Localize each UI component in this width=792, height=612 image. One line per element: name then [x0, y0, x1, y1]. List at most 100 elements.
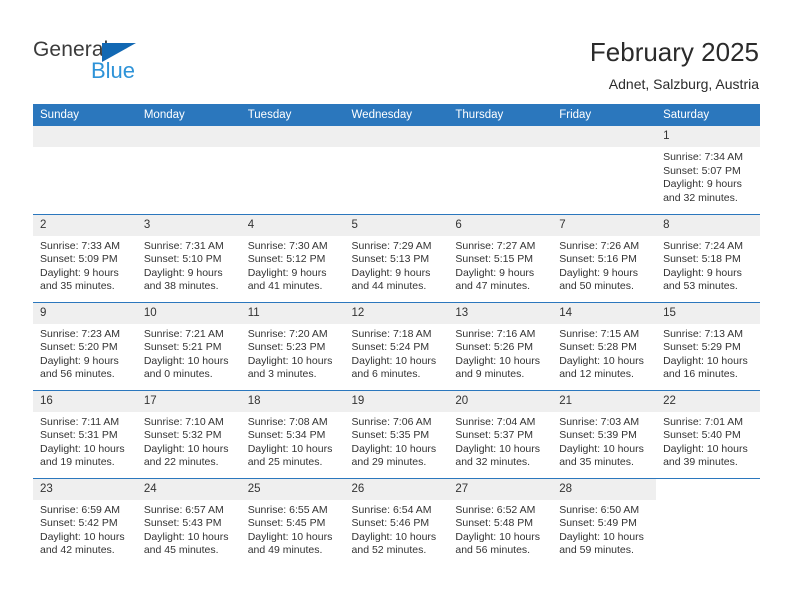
daylight-text: and 32 minutes.: [663, 191, 738, 204]
daylight-text: and 25 minutes.: [247, 456, 323, 469]
sunrise-text: Sunrise: 7:33 AM: [40, 239, 120, 252]
title-block: February 2025 Adnet, Salzburg, Austria: [590, 36, 759, 94]
sunrise-text: Sunrise: 7:04 AM: [455, 415, 536, 428]
day-cell[interactable]: 24 Sunrise: 6:57 AM Sunset: 5:43 PM Dayligh…: [136, 477, 241, 566]
day-details: Sunrise: 7:18 AM Sunset: 5:24 PM Daylight:…: [345, 324, 449, 382]
daylight-text: and 35 minutes.: [40, 280, 115, 293]
day-number: 23: [33, 478, 137, 500]
day-cell[interactable]: 20 Sunrise: 7:04 AM Sunset: 5:37 PM Dayligh…: [448, 389, 553, 478]
day-cell[interactable]: 10 Sunrise: 7:21 AM Sunset: 5:21 PM Dayligh…: [136, 301, 241, 390]
sunrise-text: Sunrise: 7:29 AM: [351, 239, 432, 252]
day-cell[interactable]: 21 Sunrise: 7:03 AM Sunset: 5:39 PM Dayligh…: [552, 389, 657, 478]
sunrise-text: Sunrise: 7:24 AM: [663, 239, 744, 252]
daylight-text: Daylight: 10 hours: [559, 354, 644, 367]
day-details: Sunrise: 7:20 AM Sunset: 5:23 PM Daylight:…: [241, 324, 345, 382]
sunrise-text: Sunrise: 7:27 AM: [455, 239, 536, 252]
sunset-text: Sunset: 5:07 PM: [663, 164, 741, 177]
day-cell[interactable]: 14 Sunrise: 7:15 AM Sunset: 5:28 PM Dayligh…: [552, 301, 657, 390]
sunset-text: Sunset: 5:46 PM: [351, 517, 430, 530]
day-details: Sunrise: 7:11 AM Sunset: 5:31 PM Daylight:…: [33, 412, 137, 470]
day-cell[interactable]: 2 Sunrise: 7:33 AM Sunset: 5:09 PM Daylight…: [33, 213, 137, 302]
daylight-text: Daylight: 10 hours: [663, 354, 748, 367]
daylight-text: Daylight: 10 hours: [247, 530, 333, 543]
daylight-text: Daylight: 10 hours: [143, 354, 229, 367]
sunset-text: Sunset: 5:18 PM: [663, 253, 741, 266]
day-details: Sunrise: 7:24 AM Sunset: 5:18 PM Daylight:…: [656, 236, 760, 294]
day-cell[interactable]: 28 Sunrise: 6:50 AM Sunset: 5:49 PM Dayligh…: [552, 477, 657, 566]
sunset-text: Sunset: 5:45 PM: [247, 517, 326, 530]
day-details: Sunrise: 7:06 AM Sunset: 5:35 PM Daylight:…: [345, 412, 449, 470]
day-number: 25: [240, 478, 345, 500]
week-row: 16 Sunrise: 7:11 AM Sunset: 5:31 PM Dayligh…: [33, 389, 760, 478]
sunrise-text: Sunrise: 7:30 AM: [247, 239, 328, 252]
day-cell-empty: [656, 477, 760, 566]
location-subtitle: Adnet, Salzburg, Austria: [608, 76, 759, 92]
sunset-text: Sunset: 5:43 PM: [143, 517, 222, 530]
day-details: Sunrise: 7:04 AM Sunset: 5:37 PM Daylight:…: [448, 412, 552, 470]
sunset-text: Sunset: 5:12 PM: [247, 253, 326, 266]
week-row: 9 Sunrise: 7:23 AM Sunset: 5:20 PM Daylight…: [33, 301, 760, 390]
daylight-text: Daylight: 10 hours: [351, 530, 437, 543]
day-details: [241, 147, 345, 151]
daylight-text: Daylight: 10 hours: [455, 442, 541, 455]
day-cell[interactable]: 22 Sunrise: 7:01 AM Sunset: 5:40 PM Dayligh…: [656, 389, 760, 478]
week-row: 2 Sunrise: 7:33 AM Sunset: 5:09 PM Daylight…: [33, 213, 760, 302]
daylight-text: and 45 minutes.: [143, 544, 219, 557]
day-cell[interactable]: 4 Sunrise: 7:30 AM Sunset: 5:12 PM Daylight…: [240, 213, 345, 302]
daylight-text: and 47 minutes.: [455, 280, 531, 293]
day-cell[interactable]: 27 Sunrise: 6:52 AM Sunset: 5:48 PM Dayligh…: [448, 477, 553, 566]
sunset-text: Sunset: 5:31 PM: [40, 429, 118, 442]
daylight-text: and 42 minutes.: [40, 544, 115, 557]
sunset-text: Sunset: 5:26 PM: [455, 341, 534, 354]
day-details: Sunrise: 7:08 AM Sunset: 5:34 PM Daylight:…: [241, 412, 345, 470]
day-cell[interactable]: 19 Sunrise: 7:06 AM Sunset: 5:35 PM Dayligh…: [344, 389, 449, 478]
day-cell[interactable]: 1 Sunrise: 7:34 AM Sunset: 5:07 PM Daylight…: [656, 126, 760, 214]
day-details: Sunrise: 6:50 AM Sunset: 5:49 PM Daylight:…: [552, 500, 656, 558]
daylight-text: and 35 minutes.: [559, 456, 634, 469]
day-cell[interactable]: 3 Sunrise: 7:31 AM Sunset: 5:10 PM Daylight…: [136, 213, 241, 302]
day-details: [552, 147, 656, 151]
daylight-text: Daylight: 10 hours: [40, 530, 125, 543]
day-cell[interactable]: 23 Sunrise: 6:59 AM Sunset: 5:42 PM Dayligh…: [33, 477, 137, 566]
daylight-text: Daylight: 10 hours: [455, 530, 541, 543]
day-cell[interactable]: 7 Sunrise: 7:26 AM Sunset: 5:16 PM Daylight…: [552, 213, 657, 302]
sunset-text: Sunset: 5:13 PM: [351, 253, 430, 266]
daylight-text: Daylight: 10 hours: [247, 442, 333, 455]
day-cell[interactable]: 8 Sunrise: 7:24 AM Sunset: 5:18 PM Daylight…: [656, 213, 760, 302]
sunset-text: Sunset: 5:48 PM: [455, 517, 534, 530]
sunset-text: Sunset: 5:21 PM: [143, 341, 222, 354]
day-number: [448, 126, 553, 147]
day-cell[interactable]: 6 Sunrise: 7:27 AM Sunset: 5:15 PM Daylight…: [448, 213, 553, 302]
day-cell[interactable]: 26 Sunrise: 6:54 AM Sunset: 5:46 PM Dayligh…: [344, 477, 449, 566]
day-cell[interactable]: 13 Sunrise: 7:16 AM Sunset: 5:26 PM Dayligh…: [448, 301, 553, 390]
day-cell[interactable]: 12 Sunrise: 7:18 AM Sunset: 5:24 PM Dayligh…: [344, 301, 449, 390]
sunrise-text: Sunrise: 6:50 AM: [559, 503, 640, 516]
daylight-text: and 9 minutes.: [455, 368, 525, 381]
day-cell[interactable]: 9 Sunrise: 7:23 AM Sunset: 5:20 PM Daylight…: [33, 301, 137, 390]
day-number: 24: [136, 478, 241, 500]
sunset-text: Sunset: 5:40 PM: [663, 429, 741, 442]
daylight-text: Daylight: 10 hours: [247, 354, 333, 367]
day-cell[interactable]: 16 Sunrise: 7:11 AM Sunset: 5:31 PM Dayligh…: [33, 389, 137, 478]
day-cell-empty: [344, 126, 449, 214]
daylight-text: Daylight: 9 hours: [143, 266, 223, 279]
day-cell[interactable]: 17 Sunrise: 7:10 AM Sunset: 5:32 PM Dayligh…: [136, 389, 241, 478]
day-cell[interactable]: 18 Sunrise: 7:08 AM Sunset: 5:34 PM Dayligh…: [240, 389, 345, 478]
sunrise-text: Sunrise: 7:10 AM: [143, 415, 224, 428]
day-cell[interactable]: 25 Sunrise: 6:55 AM Sunset: 5:45 PM Dayligh…: [240, 477, 345, 566]
day-cell[interactable]: 5 Sunrise: 7:29 AM Sunset: 5:13 PM Daylight…: [344, 213, 449, 302]
day-details: Sunrise: 7:13 AM Sunset: 5:29 PM Daylight:…: [656, 324, 760, 382]
daylight-text: Daylight: 9 hours: [351, 266, 431, 279]
page-title: February 2025: [589, 37, 759, 67]
day-number: [33, 126, 137, 147]
daylight-text: and 38 minutes.: [143, 280, 219, 293]
sunset-text: Sunset: 5:39 PM: [559, 429, 637, 442]
day-cell[interactable]: 11 Sunrise: 7:20 AM Sunset: 5:23 PM Dayligh…: [240, 301, 345, 390]
week-row: 23 Sunrise: 6:59 AM Sunset: 5:42 PM Dayligh…: [33, 477, 760, 566]
sunset-text: Sunset: 5:24 PM: [351, 341, 430, 354]
daylight-text: and 44 minutes.: [351, 280, 427, 293]
day-number: 1: [656, 126, 760, 147]
day-cell[interactable]: 15 Sunrise: 7:13 AM Sunset: 5:29 PM Dayligh…: [656, 301, 760, 390]
daylight-text: Daylight: 9 hours: [40, 266, 119, 279]
sunrise-text: Sunrise: 7:06 AM: [351, 415, 432, 428]
